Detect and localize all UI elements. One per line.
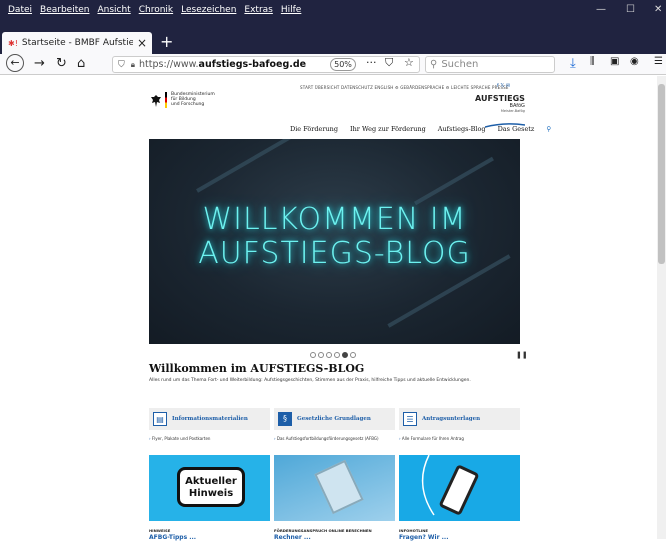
welcome-subtext: Alles rund um das Thema Fort- und Weiter… (149, 378, 471, 383)
book-icon: ▤ (153, 412, 167, 426)
earphones-icon (421, 455, 435, 516)
brand-title: AUFSTIEGS (475, 94, 525, 103)
tile-headline[interactable]: Rechner ... (274, 534, 311, 541)
eagle-icon (151, 92, 161, 107)
hero-neon-text: WILLKOMMEN IM AUFSTIEGS-BLOG (149, 203, 520, 271)
card-label: Antragsunterlagen (422, 416, 481, 422)
zoom-indicator[interactable]: 50% (330, 58, 356, 71)
speech-bubble: Aktueller Hinweis (177, 467, 245, 507)
menu-file[interactable]: Datei (8, 5, 32, 15)
home-icon[interactable]: ⌂ (77, 56, 85, 71)
main-navigation: Die Förderung Ihr Weg zur Förderung Aufs… (290, 125, 551, 133)
hero-streak (196, 139, 302, 193)
card-link-text: Flyer, Plakate und Postkarten (151, 436, 211, 441)
tile-headline[interactable]: AFBG-Tipps ... (149, 534, 196, 541)
search-placeholder: Suchen (441, 59, 479, 70)
page-actions-icon[interactable]: ··· (366, 56, 377, 69)
maximize-icon[interactable]: ☐ (626, 4, 635, 15)
tile-hotline-image[interactable] (399, 455, 520, 521)
nav-aufstiegs-blog[interactable]: Aufstiegs-Blog (438, 125, 486, 133)
favicon-icon: ✱! (8, 38, 18, 48)
card-label: Informationsmaterialien (172, 416, 248, 422)
new-tab-icon[interactable]: + (160, 32, 173, 51)
carousel-dot[interactable] (318, 352, 324, 358)
carousel-dot[interactable] (350, 352, 356, 358)
menu-bar: Datei Bearbeiten Ansicht Chronik Lesezei… (0, 0, 301, 20)
tile-tag: HINWEISE (149, 528, 171, 533)
library-icon[interactable]: ⫼ (590, 56, 595, 67)
hero-banner[interactable]: WILLKOMMEN IM AUFSTIEGS-BLOG (149, 139, 520, 344)
menu-history[interactable]: Chronik (139, 5, 173, 15)
url-prefix: https://www. (139, 59, 199, 70)
close-tab-icon[interactable]: × (137, 36, 147, 50)
hero-line-1: WILLKOMMEN IM (202, 202, 467, 237)
menu-view[interactable]: Ansicht (97, 5, 130, 15)
account-icon[interactable]: ◉ (630, 56, 639, 67)
download-icon[interactable]: ⤓ (570, 56, 576, 71)
menu-bookmarks[interactable]: Lesezeichen (181, 5, 236, 15)
pocket-icon[interactable]: ⛉ (385, 56, 393, 70)
hero-streak (414, 156, 494, 206)
document-icon: ☰ (403, 412, 417, 426)
browser-tab[interactable]: ✱! Startseite - BMBF Aufstiegs-BAf × (2, 32, 152, 54)
url-domain: aufstiegs-bafoeg.de (198, 59, 307, 70)
forward-icon[interactable]: → (34, 56, 45, 71)
carousel-indicators (310, 352, 356, 358)
site-search-icon[interactable]: ⚲ (546, 125, 551, 133)
hamburger-menu-icon[interactable]: ☰ (654, 56, 663, 67)
ministry-logo[interactable]: Bundesministerium für Bildung und Forsch… (151, 92, 215, 108)
lock-icon[interactable]: 🔒︎ (131, 60, 135, 70)
card-antragsunterlagen[interactable]: ☰ Antragsunterlagen (399, 408, 520, 430)
tile-hinweise-image[interactable]: Aktueller Hinweis (149, 455, 270, 521)
carousel-pause-icon[interactable]: ❚❚ (516, 351, 528, 359)
card-link[interactable]: › Das Aufstiegsfortbildungsförderungsges… (274, 436, 379, 441)
ministry-line-3: und Forschung (171, 102, 205, 107)
card-gesetzliche-grundlagen[interactable]: § Gesetzliche Grundlagen (274, 408, 395, 430)
nav-weg-zur-foerderung[interactable]: Ihr Weg zur Förderung (350, 125, 426, 133)
menu-edit[interactable]: Bearbeiten (40, 5, 89, 15)
hero-line-2: AUFSTIEGS-BLOG (198, 236, 471, 271)
tile-rechner-image[interactable] (274, 455, 395, 521)
bookmark-star-icon[interactable]: ☆ (404, 56, 414, 69)
minimize-icon[interactable]: — (596, 4, 606, 15)
card-informationsmaterialien[interactable]: ▤ Informationsmaterialien (149, 408, 270, 430)
search-icon: ⚲ (430, 59, 438, 70)
top-service-links[interactable]: START ÜBERSICHT DATENSCHUTZ ENGLISH ⚙ GE… (300, 85, 509, 90)
carousel-dot[interactable] (326, 352, 332, 358)
calculator-icon (314, 459, 364, 515)
carousel-dot[interactable] (334, 352, 340, 358)
carousel-dot[interactable] (342, 352, 348, 358)
card-link[interactable]: › Flyer, Plakate und Postkarten (149, 436, 210, 441)
close-window-icon[interactable]: ✕ (654, 4, 662, 15)
nav-gesetz[interactable]: Das Gesetz (498, 125, 535, 133)
shield-icon[interactable]: ⛉ (118, 60, 125, 70)
tile-tag: FÖRDERUNGSANSPRUCH ONLINE BERECHNEN (274, 528, 372, 533)
card-link[interactable]: › Alle Formulare für Ihren Antrag (399, 436, 464, 441)
menu-tools[interactable]: Extras (244, 5, 272, 15)
search-input[interactable]: ⚲ Suchen (425, 56, 555, 73)
tile-tag: INFOHOTLINE (399, 528, 429, 533)
social-icons[interactable]: f 𝕏 ✉ (497, 83, 510, 89)
bubble-line-1: Aktueller (185, 476, 237, 487)
reload-icon[interactable]: ↻ (56, 56, 67, 71)
carousel-dot[interactable] (310, 352, 316, 358)
back-icon[interactable]: ← (6, 54, 24, 72)
flag-icon (165, 92, 167, 108)
welcome-heading: Willkommen im AUFSTIEGS-BLOG (149, 362, 365, 375)
card-link-text: Alle Formulare für Ihren Antrag (401, 436, 464, 441)
sidebar-icon[interactable]: ▣ (610, 56, 619, 67)
tab-title: Startseite - BMBF Aufstiegs-BAf (21, 38, 133, 48)
brand-tagline: Meister-Bafög (500, 109, 525, 113)
bubble-line-2: Hinweis (188, 488, 234, 499)
nav-foerderung[interactable]: Die Förderung (290, 125, 338, 133)
tile-headline[interactable]: Fragen? Wir ... (399, 534, 449, 541)
paragraph-icon: § (278, 412, 292, 426)
menu-help[interactable]: Hilfe (281, 5, 301, 15)
card-label: Gesetzliche Grundlagen (297, 416, 371, 422)
scrollbar-thumb[interactable] (658, 84, 665, 264)
card-link-text: Das Aufstiegsfortbildungsförderungsgeset… (276, 436, 379, 441)
